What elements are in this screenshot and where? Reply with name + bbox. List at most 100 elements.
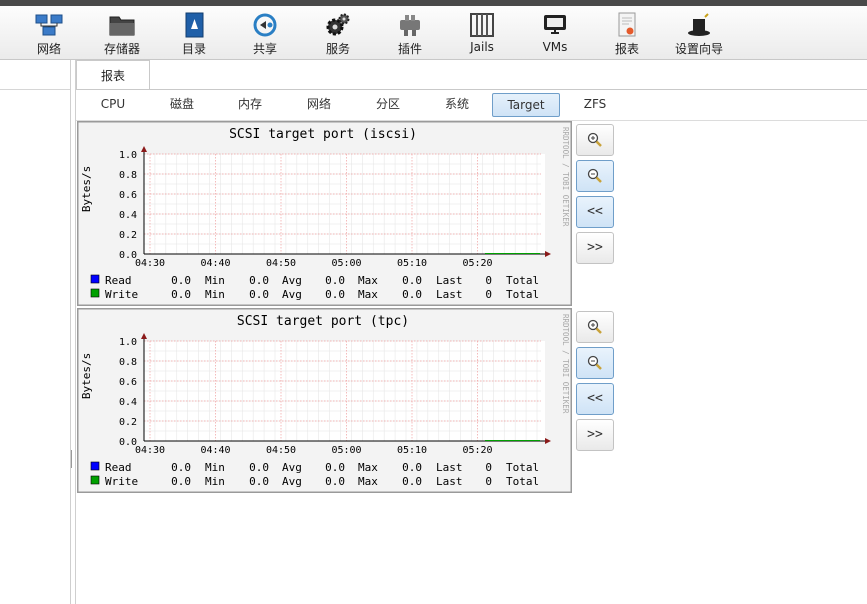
y-tick-label: 1.0 bbox=[119, 150, 137, 161]
subtab-target[interactable]: Target bbox=[492, 93, 560, 117]
gears-icon bbox=[326, 13, 350, 36]
legend-swatch bbox=[90, 475, 100, 485]
zoom-out-button[interactable] bbox=[576, 160, 614, 192]
legend-stat-label: Last bbox=[436, 475, 463, 488]
toolbar-share-button[interactable]: 共享 bbox=[230, 10, 300, 58]
toolbar-label: 插件 bbox=[397, 42, 422, 56]
subtab-disk[interactable]: 磁盘 bbox=[160, 93, 204, 115]
y-tick-label: 0.8 bbox=[119, 170, 137, 181]
legend-stat-label: Min bbox=[205, 288, 225, 301]
zoom-in-button[interactable] bbox=[576, 311, 614, 343]
toolbar-label: 服务 bbox=[325, 42, 350, 56]
legend-stat-label: Min bbox=[205, 274, 225, 287]
toolbar-label: VMs bbox=[542, 40, 568, 54]
x-tick-label: 05:20 bbox=[462, 258, 492, 269]
x-tick-label: 04:40 bbox=[200, 445, 230, 456]
legend-value-last: 0.0 bbox=[402, 288, 422, 301]
forward-button[interactable]: >> bbox=[576, 232, 614, 264]
legend-stat-label: Max bbox=[358, 274, 378, 287]
monitor-icon bbox=[544, 15, 566, 34]
toolbar-directory-button[interactable]: 目录 bbox=[159, 10, 229, 58]
legend-stat-label: Max bbox=[358, 475, 378, 488]
toolbar-network-button[interactable]: 网络 bbox=[14, 10, 84, 58]
graph-ylabel: Bytes/s bbox=[80, 353, 93, 399]
tab-reports[interactable]: 报表 bbox=[76, 60, 150, 89]
legend-stat-label: Max bbox=[358, 461, 378, 474]
rrd-graph-tpc: SCSI target port (tpc) RRDTOOL / TOBI OET… bbox=[77, 308, 572, 493]
toolbar-label: 存储器 bbox=[103, 42, 140, 56]
subtab-memory[interactable]: 内存 bbox=[228, 93, 272, 115]
legend-value-max: 0.0 bbox=[325, 274, 345, 287]
legend-value-max: 0.0 bbox=[325, 288, 345, 301]
y-tick-label: 0.2 bbox=[119, 417, 137, 428]
back-button[interactable]: << bbox=[576, 383, 614, 415]
legend-value-avg: 0.0 bbox=[249, 288, 269, 301]
tab-divider bbox=[76, 89, 867, 90]
y-tick-label: 0.8 bbox=[119, 357, 137, 368]
y-tick-label: 0.4 bbox=[119, 397, 137, 408]
toolbar-wizard-button[interactable]: 设置向导 bbox=[664, 10, 734, 58]
graph-title: SCSI target port (iscsi) bbox=[229, 127, 417, 142]
zoom-in-button[interactable] bbox=[576, 124, 614, 156]
legend-value-min: 0.0 bbox=[171, 288, 191, 301]
toolbar-reports-button[interactable]: 报表 bbox=[592, 10, 662, 58]
toolbar-label: 共享 bbox=[252, 42, 277, 56]
legend-stat-label: Last bbox=[436, 288, 463, 301]
book-icon bbox=[185, 12, 204, 38]
toolbar-services-button[interactable]: 服务 bbox=[303, 10, 373, 58]
toolbar-plugins-button[interactable]: 插件 bbox=[375, 10, 445, 58]
legend-swatch bbox=[90, 288, 100, 298]
legend-stat-label: Total bbox=[506, 274, 539, 287]
legend-value-min: 0.0 bbox=[171, 461, 191, 474]
legend-value-last: 0.0 bbox=[402, 461, 422, 474]
graph-title: SCSI target port (tpc) bbox=[237, 314, 409, 329]
toolbar-vms-button[interactable]: VMs bbox=[520, 10, 590, 58]
legend-stat-label: Min bbox=[205, 475, 225, 488]
legend-value-avg: 0.0 bbox=[249, 274, 269, 287]
subtab-system[interactable]: 系统 bbox=[435, 93, 479, 115]
subtab-network[interactable]: 网络 bbox=[297, 93, 341, 115]
legend-stat-label: Avg bbox=[282, 274, 302, 287]
graph-watermark: RRDTOOL / TOBI OETIKER bbox=[561, 314, 570, 414]
graph-ylabel: Bytes/s bbox=[80, 166, 93, 212]
forward-button[interactable]: >> bbox=[576, 419, 614, 451]
legend-series-name: Write bbox=[105, 288, 138, 301]
zoom-out-button[interactable] bbox=[576, 347, 614, 379]
legend-swatch bbox=[90, 274, 100, 284]
legend-stat-label: Last bbox=[436, 274, 463, 287]
toolbar-storage-button[interactable]: 存储器 bbox=[87, 10, 157, 58]
zoom-out-icon bbox=[587, 355, 602, 370]
network-icon bbox=[35, 14, 63, 36]
report-icon bbox=[618, 12, 636, 37]
back-button[interactable]: << bbox=[576, 196, 614, 228]
legend-stat-label: Avg bbox=[282, 288, 302, 301]
navigation-panel-header bbox=[0, 60, 70, 90]
toolbar-label: 报表 bbox=[614, 42, 639, 56]
subtab-partition[interactable]: 分区 bbox=[366, 93, 410, 115]
legend-stat-label: Total bbox=[506, 475, 539, 488]
y-tick-label: 1.0 bbox=[119, 337, 137, 348]
legend-swatch bbox=[90, 461, 100, 471]
subtab-cpu[interactable]: CPU bbox=[92, 93, 134, 115]
x-tick-label: 05:00 bbox=[331, 258, 361, 269]
legend-value-total: 0 bbox=[485, 274, 492, 287]
y-tick-label: 0.6 bbox=[119, 190, 137, 201]
legend-stat-label: Total bbox=[506, 461, 539, 474]
toolbar-label: 目录 bbox=[181, 42, 206, 56]
legend-value-total: 0 bbox=[485, 461, 492, 474]
zoom-in-icon bbox=[587, 319, 602, 334]
legend-value-max: 0.0 bbox=[325, 475, 345, 488]
legend-stat-label: Min bbox=[205, 461, 225, 474]
folder-icon bbox=[109, 16, 135, 36]
graph-watermark: RRDTOOL / TOBI OETIKER bbox=[561, 127, 570, 227]
report-subtabs: CPU 磁盘 内存 网络 分区 系统 Target ZFS bbox=[76, 93, 867, 117]
x-tick-label: 05:10 bbox=[397, 258, 427, 269]
x-tick-label: 04:30 bbox=[135, 445, 165, 456]
subtab-zfs[interactable]: ZFS bbox=[574, 93, 616, 115]
toolbar-jails-button[interactable]: Jails bbox=[447, 10, 517, 58]
legend-value-avg: 0.0 bbox=[249, 461, 269, 474]
x-tick-label: 05:20 bbox=[462, 445, 492, 456]
legend-value-total: 0 bbox=[485, 288, 492, 301]
toolbar-label: 设置向导 bbox=[674, 42, 723, 56]
legend-series-name: Read bbox=[105, 461, 132, 474]
